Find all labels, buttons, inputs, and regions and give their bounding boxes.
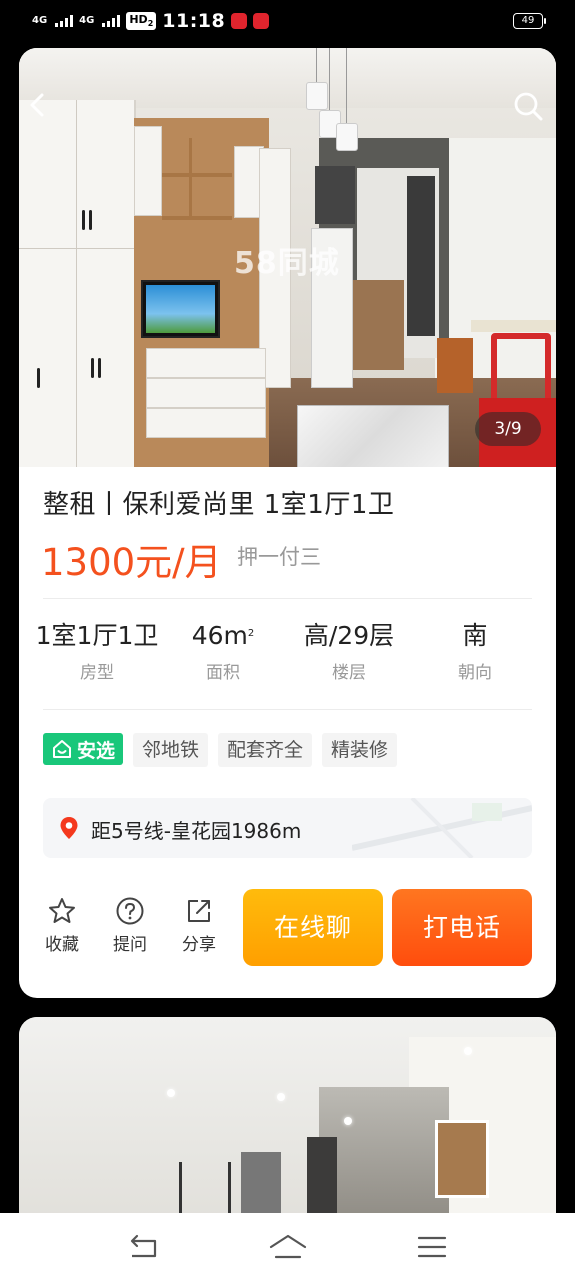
ask-button[interactable]: 提问 bbox=[105, 896, 155, 955]
spec-layout: 1室1厅1卫 房型 bbox=[35, 621, 159, 683]
hd-badge: HD2 bbox=[126, 12, 157, 30]
share-button[interactable]: 分享 bbox=[174, 896, 224, 955]
listing-title: 整租丨保利爱尚里 1室1厅1卫 bbox=[43, 490, 395, 520]
search-icon[interactable] bbox=[512, 90, 544, 122]
divider bbox=[43, 598, 532, 599]
signal-4g-2: 4G bbox=[79, 15, 95, 26]
star-icon bbox=[49, 898, 75, 923]
back-icon[interactable] bbox=[25, 92, 51, 118]
specs-row: 1室1厅1卫 房型 46m2 面积 高/29层 楼层 南 朝向 bbox=[19, 620, 556, 690]
spec-area: 46m2 面积 bbox=[191, 621, 255, 683]
divider-2 bbox=[43, 709, 532, 710]
tag-item: 配套齐全 bbox=[218, 733, 313, 767]
map-background bbox=[352, 798, 532, 858]
back-nav-icon[interactable] bbox=[124, 1231, 164, 1263]
tag-list: 安选 邻地铁 配套齐全 精装修 bbox=[43, 733, 398, 767]
location-pin-icon bbox=[60, 817, 78, 839]
share-icon bbox=[188, 900, 210, 922]
anxuan-badge: 安选 bbox=[43, 733, 124, 765]
system-nav-bar bbox=[0, 1213, 575, 1280]
tag-item: 精装修 bbox=[322, 733, 398, 767]
status-bar: 4G 4G HD2 11:18 49 bbox=[0, 0, 575, 44]
house-smile-icon bbox=[53, 740, 71, 758]
signal-bars-icon bbox=[55, 15, 74, 27]
listing-photo[interactable]: 58同城 3/9 bbox=[19, 48, 556, 467]
signal-bars-icon-2 bbox=[102, 15, 121, 27]
spec-floor: 高/29层 楼层 bbox=[303, 621, 395, 683]
location-row[interactable]: 距5号线-皇花园1986m bbox=[43, 798, 532, 858]
watermark: 58同城 bbox=[234, 246, 340, 281]
question-icon bbox=[116, 897, 144, 925]
signal-4g-1: 4G bbox=[32, 15, 48, 26]
call-button[interactable]: 打电话 bbox=[392, 889, 532, 966]
notification-app-icon bbox=[231, 13, 248, 29]
spec-orientation: 南 朝向 bbox=[458, 621, 492, 683]
home-nav-icon[interactable] bbox=[268, 1231, 308, 1263]
listing-card: 58同城 3/9 整租丨保利爱尚里 1室1厅1卫 1300元/月 押一付三 1室… bbox=[19, 48, 556, 998]
battery-icon: 49 bbox=[513, 13, 546, 29]
notification-app-icon-2 bbox=[253, 13, 270, 29]
favorite-button[interactable]: 收藏 bbox=[37, 896, 87, 955]
clock: 11:18 bbox=[162, 10, 226, 32]
payment-terms: 押一付三 bbox=[237, 545, 321, 569]
listing-price: 1300元/月 bbox=[41, 541, 222, 584]
location-text: 距5号线-皇花园1986m bbox=[91, 819, 302, 843]
tag-item: 邻地铁 bbox=[133, 733, 209, 767]
menu-nav-icon[interactable] bbox=[412, 1231, 452, 1263]
chat-button[interactable]: 在线聊 bbox=[243, 889, 383, 966]
action-bar: 收藏 提问 分享 在线聊 打电话 bbox=[19, 888, 556, 978]
photo-counter: 3/9 bbox=[475, 412, 541, 446]
